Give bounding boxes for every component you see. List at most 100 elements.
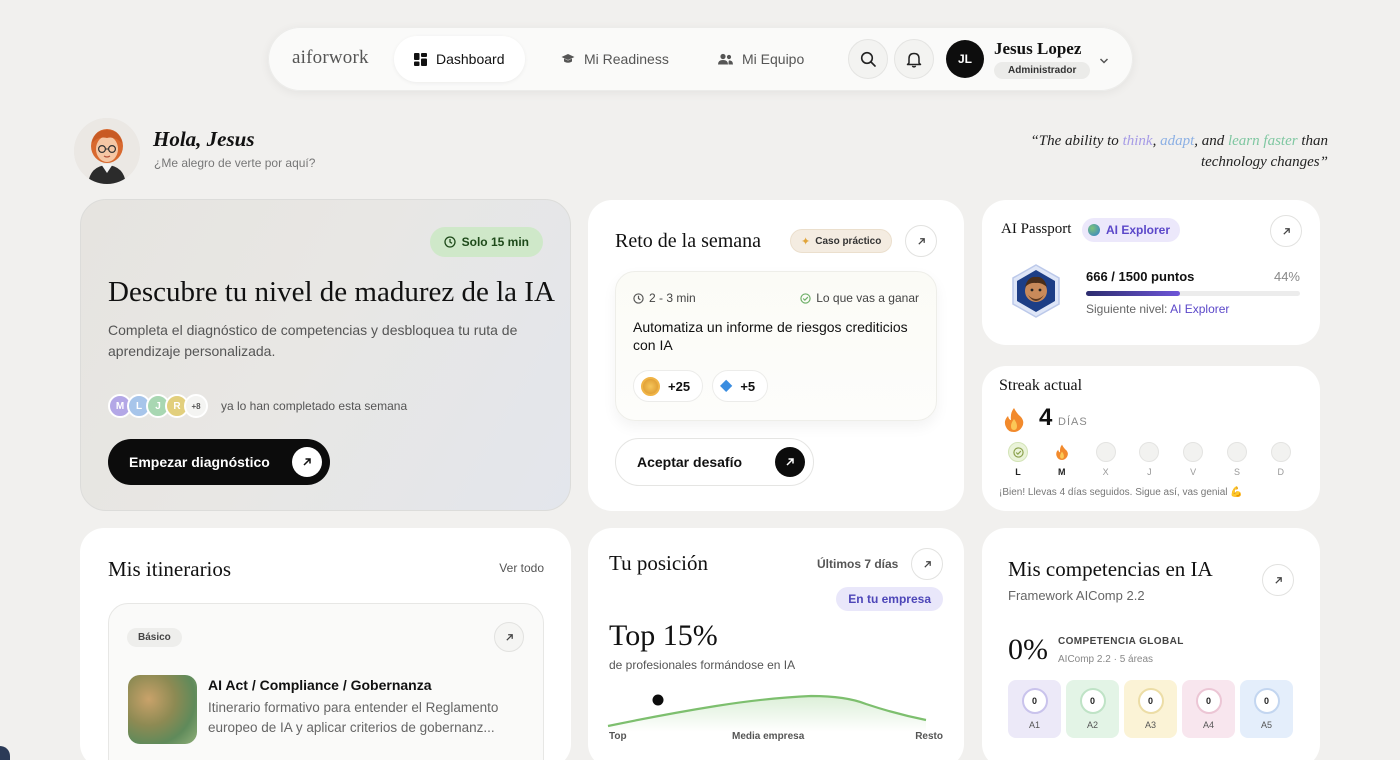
competency-area-label: A4 [1202, 720, 1214, 730]
competency-area-tile[interactable]: 0 A3 [1124, 680, 1177, 738]
axis-mid-label: Media empresa [732, 731, 805, 742]
competencies-title: Mis competencias en IA [1008, 557, 1213, 581]
itinerary-thumbnail [128, 675, 197, 744]
tab-label: Dashboard [436, 51, 505, 67]
search-icon [860, 51, 876, 67]
position-card: Tu posición Últimos 7 días En tu empresa… [588, 528, 964, 760]
streak-day-label: V [1190, 467, 1197, 477]
gain-label: Lo que vas a ganar [816, 291, 919, 305]
quote-word-adapt: adapt [1160, 133, 1195, 149]
weekly-challenge-card: Reto de la semana ✦ Caso práctico 2 - 3 … [588, 200, 964, 511]
scope-badge: En tu empresa [836, 587, 943, 611]
streak-day-indicator [1270, 442, 1291, 462]
tab-label: Mi Equipo [742, 51, 805, 67]
role-badge: Administrador [994, 62, 1091, 79]
user-avatar[interactable]: JL [946, 40, 984, 78]
diagnostic-title: Descubre tu nivel de madurez de la IA [108, 276, 555, 308]
itinerary-description: Itinerario formativo para entender el Re… [208, 700, 499, 735]
flame-icon [1055, 444, 1068, 460]
open-challenge-button[interactable] [905, 225, 937, 257]
greeting-title: Hola, Jesus [153, 127, 255, 151]
open-passport-button[interactable] [1270, 215, 1302, 247]
streak-day-indicator [1139, 442, 1160, 462]
axis-left-label: Top [609, 731, 627, 742]
open-position-button[interactable] [911, 548, 943, 580]
duration-badge: Solo 15 min [429, 227, 543, 257]
progress-fill [1086, 291, 1181, 296]
duration-label: Solo 15 min [461, 235, 529, 249]
button-label: Aceptar desafío [637, 454, 743, 470]
progress-percent: 44% [1273, 269, 1300, 284]
passport-title: AI Passport [1001, 221, 1072, 237]
streak-day-indicator [1008, 442, 1028, 462]
competency-area-tile[interactable]: 0 A1 [1008, 680, 1061, 738]
motivational-quote: “The ability to think, adapt, and learn … [968, 131, 1328, 173]
competency-area-tile[interactable]: 0 A2 [1066, 680, 1119, 738]
user-position-marker [652, 694, 664, 706]
notifications-button[interactable] [894, 39, 934, 79]
next-level-text: Siguiente nivel: AI Explorer [1086, 302, 1229, 316]
streak-day-label: J [1147, 467, 1152, 477]
tab-label: Mi Readiness [584, 51, 669, 67]
streak-day-label: L [1015, 467, 1021, 477]
tab-dashboard[interactable]: Dashboard [394, 36, 525, 82]
global-competence-label: COMPETENCIA GLOBAL [1058, 636, 1184, 647]
axis-right-label: Resto [915, 731, 943, 742]
arrow-up-right-icon [1282, 227, 1290, 235]
view-all-link[interactable]: Ver todo [499, 561, 544, 575]
tab-mi-readiness[interactable]: Mi Readiness [541, 36, 689, 82]
user-menu-toggle[interactable] [1099, 52, 1109, 70]
streak-day-indicator [1183, 442, 1204, 462]
coin-icon [641, 376, 660, 396]
clock-icon [443, 236, 456, 248]
position-headline: Top 15% [609, 619, 718, 652]
graduation-cap-icon [561, 54, 575, 63]
level-tag: Básico [127, 628, 182, 647]
tag-label: Caso práctico [815, 235, 882, 247]
competency-score-ring: 0 [1253, 688, 1280, 714]
tab-mi-equipo[interactable]: Mi Equipo [698, 36, 824, 82]
competency-area-tile[interactable]: 0 A4 [1182, 680, 1235, 738]
social-proof-text: ya lo han completado esta semana [221, 399, 408, 413]
team-icon [718, 53, 733, 65]
streak-day-label: X [1102, 467, 1109, 477]
global-competence-value: 0% [1008, 633, 1048, 666]
arrow-up-right-icon [505, 633, 513, 641]
ai-passport-card: AI Passport AI Explorer 666 / 1500 punto… [982, 200, 1320, 345]
itinerary-item[interactable]: Básico AI Act / Compliance / Gobernanza … [108, 603, 544, 760]
quote-part: , and [1194, 133, 1228, 149]
challenge-title: Reto de la semana [615, 230, 762, 252]
duration-text: 2 - 3 min [649, 291, 696, 305]
quote-word-learn-faster: learn faster [1227, 133, 1298, 149]
greeting-subtitle: ¿Me alegro de verte por aquí? [154, 156, 316, 170]
check-circle-icon [1012, 446, 1024, 458]
search-button[interactable] [848, 39, 888, 79]
competency-area-tile[interactable]: 0 A5 [1240, 680, 1293, 738]
user-name: Jesus Lopez [994, 39, 1082, 58]
streak-day-label: M [1058, 467, 1066, 477]
logo[interactable]: aiforwork [292, 47, 369, 69]
reward-points: +25 [633, 370, 704, 402]
challenge-tag: ✦ Caso práctico [790, 229, 893, 253]
arrow-up-right-icon [1274, 576, 1282, 584]
open-itinerary-button[interactable] [494, 622, 524, 652]
streak-card: Streak actual 4 DÍAS L M X J V S D ¡Bien! Llev… [982, 366, 1320, 511]
next-level-name[interactable]: AI Explorer [1170, 302, 1229, 316]
sparkle-icon: ✦ [801, 235, 811, 248]
clock-icon [633, 292, 644, 304]
start-diagnostic-button[interactable]: Empezar diagnóstico [108, 439, 330, 485]
diagnostic-description: Completa el diagnóstico de competencias … [108, 322, 518, 359]
open-competencies-button[interactable] [1262, 564, 1294, 596]
chevron-down-icon [1099, 58, 1109, 64]
avatar-more-count: +8 [184, 394, 208, 418]
flame-icon [1003, 407, 1025, 437]
avatar-stack: M L J R +8 [108, 394, 218, 420]
gem-icon: ◆ [720, 377, 733, 394]
diagnostic-card: Solo 15 min Descubre tu nivel de madurez… [80, 199, 571, 511]
competency-area-label: A5 [1260, 720, 1272, 730]
streak-week: LMXJVSD [1008, 442, 1308, 482]
accept-challenge-button[interactable]: Aceptar desafío [615, 438, 814, 486]
challenge-detail: 2 - 3 min Lo que vas a ganar Automatiza … [615, 271, 937, 421]
arrow-up-right-icon [775, 447, 805, 477]
competency-score-ring: 0 [1195, 688, 1222, 714]
